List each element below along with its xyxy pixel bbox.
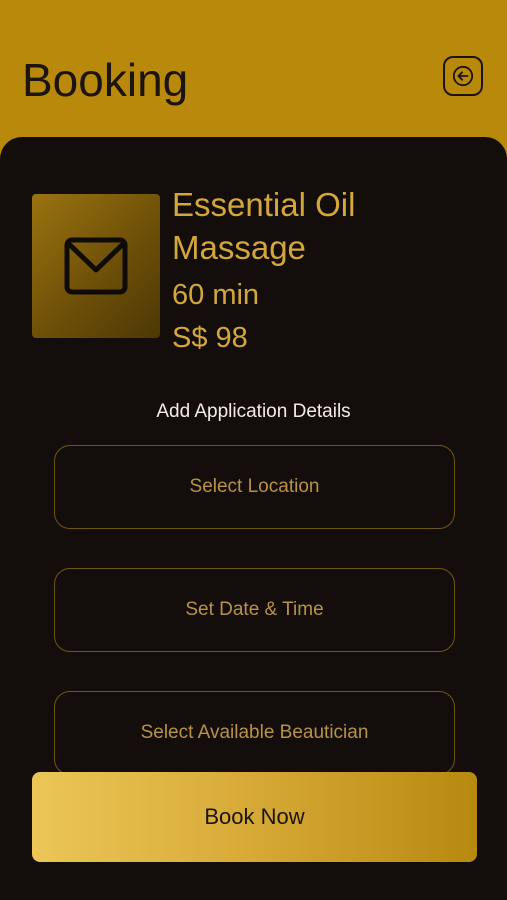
arrow-left-icon	[452, 65, 474, 87]
page-title: Booking	[22, 54, 189, 106]
service-name: Essential Oil Massage	[172, 186, 356, 266]
service-image	[32, 194, 160, 338]
envelope-icon	[64, 237, 128, 295]
service-price: S$ 98	[172, 322, 248, 354]
app-header: Booking	[0, 0, 507, 140]
back-button[interactable]	[443, 56, 483, 96]
service-duration: 60 min	[172, 279, 260, 311]
details-heading: Add Application Details	[156, 401, 351, 422]
book-now-button[interactable]: Book Now	[32, 772, 477, 862]
select-beautician-placeholder: Select Available Beautician	[140, 722, 369, 743]
date-time-field[interactable]: Set Date & Time	[54, 568, 455, 652]
select-location-field[interactable]: Select Location	[54, 445, 455, 529]
select-location-placeholder: Select Location	[189, 476, 320, 497]
select-beautician-field[interactable]: Select Available Beautician	[54, 691, 455, 775]
date-time-placeholder: Set Date & Time	[185, 599, 324, 620]
